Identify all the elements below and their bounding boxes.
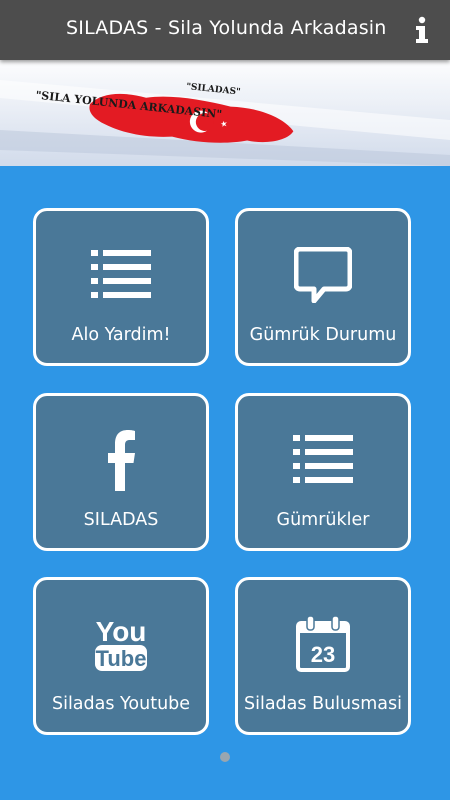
calendar-icon: 23 [291,614,355,674]
chat-bubble-icon [291,245,355,305]
app-title: SILADAS - Sila Yolunda Arkadasin [66,17,387,39]
tile-label: Alo Yardim! [71,325,171,345]
youtube-icon-bottom-text: Tube [96,646,147,671]
calendar-day-text: 23 [311,642,335,667]
page-indicator-dot [220,752,230,762]
list-icon [291,430,355,490]
tile-label: Siladas Bulusmasi [244,694,402,714]
menu-grid: Alo Yardim! Gümrük Durumu SILADAS Gümrük… [0,166,450,800]
youtube-icon-top-text: You [96,616,147,647]
app-title-bar: SILADAS - Sila Yolunda Arkadasin [0,0,450,60]
tile-label: Gümrükler [276,510,370,530]
header-banner: "SILADAS" "SILA YOLUNDA ARKADASIN" [0,60,450,166]
tile-siladas-bulusmasi[interactable]: 23 Siladas Bulusmasi [235,577,411,735]
tile-siladas-youtube[interactable]: You Tube Siladas Youtube [33,577,209,735]
list-icon [89,245,153,305]
tile-gumruk-durumu[interactable]: Gümrük Durumu [235,208,411,366]
tile-gumrukler[interactable]: Gümrükler [235,393,411,551]
tile-label: SILADAS [83,510,159,530]
tile-label: Siladas Youtube [51,694,191,714]
tile-label: Gümrük Durumu [249,325,397,345]
tile-alo-yardim[interactable]: Alo Yardim! [33,208,209,366]
info-icon[interactable] [410,16,434,44]
tile-siladas-facebook[interactable]: SILADAS [33,393,209,551]
facebook-icon [89,430,153,491]
youtube-icon: You Tube [89,614,153,674]
